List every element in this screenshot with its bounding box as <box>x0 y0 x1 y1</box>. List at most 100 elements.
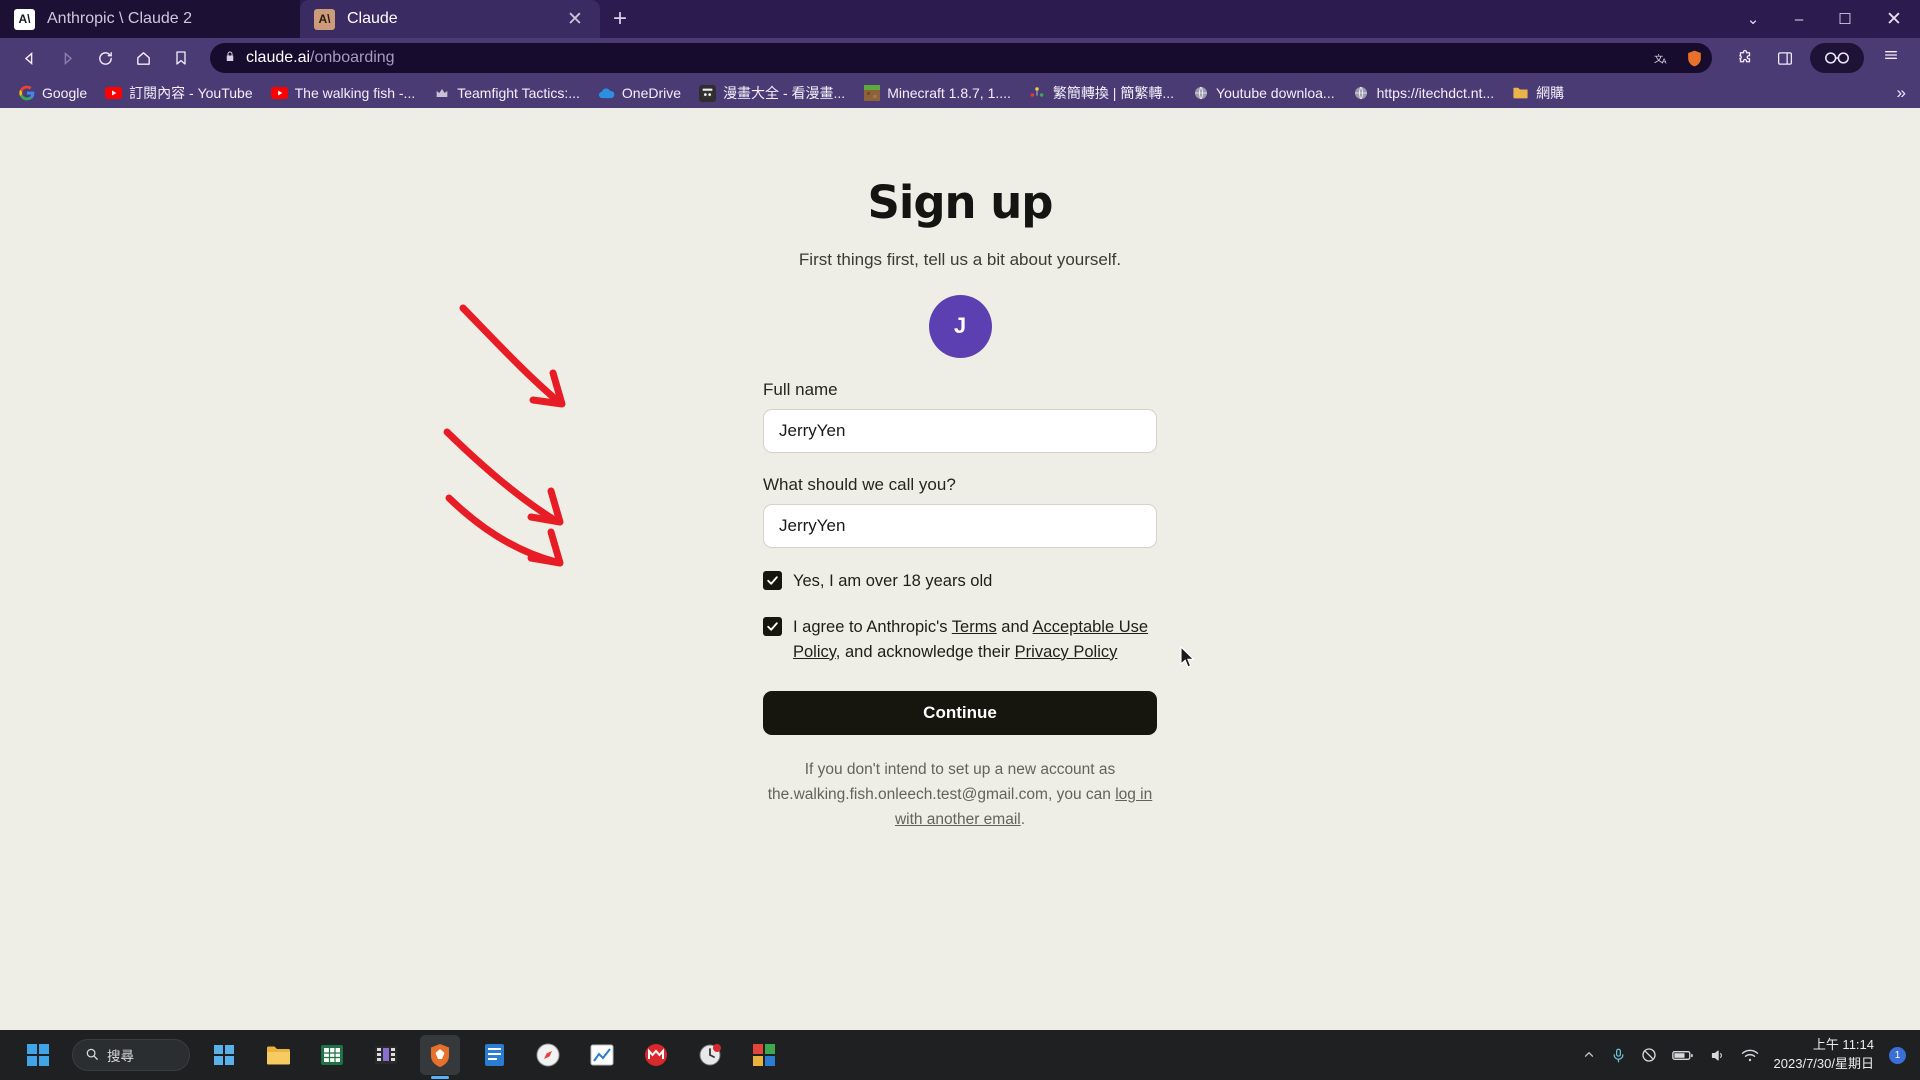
back-icon[interactable] <box>12 42 46 74</box>
system-tray: 上午 11:14 2023/7/30/星期日 1 <box>1582 1030 1920 1080</box>
show-hidden-icons-chevron-icon[interactable] <box>1582 1048 1596 1062</box>
taskbar-clock[interactable]: 上午 11:14 2023/7/30/星期日 <box>1774 1036 1874 1074</box>
forward-icon[interactable] <box>50 42 84 74</box>
tft-crown-icon <box>433 85 450 102</box>
browser-tab-1[interactable]: A\ Anthropic \ Claude 2 <box>0 0 300 38</box>
taskbar-icon-excel[interactable] <box>312 1035 352 1075</box>
tab-strip: A\ Anthropic \ Claude 2 A\ Claude ✕ + ⌄ … <box>0 0 1920 38</box>
taskbar-icon-brave-browser[interactable] <box>420 1035 460 1075</box>
nickname-value: JerryYen <box>779 515 846 535</box>
terms-link[interactable]: Terms <box>952 618 997 636</box>
page-viewport: Sign up First things first, tell us a bi… <box>0 108 1920 1030</box>
taskbar-search[interactable]: 搜尋 <box>72 1039 190 1071</box>
bookmark-item[interactable]: 漫畫大全 - 看漫畫... <box>691 80 853 106</box>
nickname-input[interactable]: JerryYen <box>763 503 1157 548</box>
bookmark-item[interactable]: OneDrive <box>590 82 689 105</box>
maximize-button[interactable]: ☐ <box>1822 0 1868 38</box>
continue-button[interactable]: Continue <box>763 690 1157 735</box>
url-path: /onboarding <box>310 49 395 66</box>
hamburger-menu-icon[interactable] <box>1874 47 1908 69</box>
url-text: claude.ai/onboarding <box>246 49 395 67</box>
brave-shield-icon[interactable] <box>1685 49 1704 68</box>
full-name-input[interactable]: JerryYen <box>763 408 1157 453</box>
bookmark-label: OneDrive <box>621 85 682 101</box>
mute-circle-icon[interactable] <box>1641 1047 1657 1063</box>
terms-prefix: I agree to Anthropic's <box>793 617 952 636</box>
bookmark-item[interactable]: 繁簡轉換 | 簡繁轉... <box>1021 80 1182 106</box>
browser-tab-2[interactable]: A\ Claude ✕ <box>300 0 600 38</box>
bookmark-label: 漫畫大全 - 看漫畫... <box>723 85 846 101</box>
sidebar-panel-icon[interactable] <box>1770 43 1800 73</box>
reload-icon[interactable] <box>88 42 122 74</box>
taskbar-icon-libreoffice-writer[interactable] <box>474 1035 514 1075</box>
address-bar[interactable]: claude.ai/onboarding 文A <box>210 43 1712 73</box>
bookmark-item[interactable]: Minecraft 1.8.7, 1.... <box>855 82 1019 105</box>
age-checkbox[interactable] <box>763 570 782 590</box>
youtube-play-icon <box>270 85 288 102</box>
taskbar-icon-mega-cloud[interactable] <box>636 1035 676 1075</box>
terms-checkbox[interactable] <box>763 616 782 636</box>
nickname-label: What should we call you? <box>763 474 956 494</box>
terms-middle: , and acknowledge their <box>835 642 1015 661</box>
minimize-button[interactable]: – <box>1776 0 1822 38</box>
notification-badge[interactable]: 1 <box>1889 1046 1906 1064</box>
taskbar-icon-chart-app[interactable] <box>582 1035 622 1075</box>
footnote: If you don't intend to set up a new acco… <box>763 757 1157 833</box>
microphone-icon[interactable] <box>1611 1047 1626 1064</box>
battery-icon[interactable] <box>1671 1049 1694 1062</box>
extensions-puzzle-icon[interactable] <box>1730 43 1760 73</box>
bookmark-item[interactable]: The walking fish -... <box>263 82 424 105</box>
bookmark-item[interactable]: 訂閱內容 - YouTube <box>97 80 260 106</box>
tab-search-icon[interactable]: ⌄ <box>1730 0 1776 38</box>
full-name-label: Full name <box>763 379 838 399</box>
bookmark-item[interactable]: https://itechdct.nt... <box>1345 82 1503 105</box>
bookmark-item[interactable]: Google <box>10 82 95 105</box>
taskbar-icon-compass[interactable] <box>528 1035 568 1075</box>
bookmark-item[interactable]: 網購 <box>1504 80 1572 106</box>
bookmark-label: Youtube downloa... <box>1216 85 1335 101</box>
home-icon[interactable] <box>126 42 160 74</box>
start-button[interactable] <box>18 1035 58 1075</box>
bookmark-item[interactable]: Youtube downloa... <box>1184 82 1343 105</box>
privacy-policy-link[interactable]: Privacy Policy <box>1015 643 1118 661</box>
folder-icon <box>1512 85 1529 102</box>
google-g-icon <box>18 85 35 102</box>
footnote-line2: , you can <box>1047 785 1116 803</box>
bookmark-label: https://itechdct.nt... <box>1376 85 1495 101</box>
taskbar-icon-clock-timer[interactable] <box>690 1035 730 1075</box>
bookmark-label: Minecraft 1.8.7, 1.... <box>887 85 1011 101</box>
convert-dots-icon <box>1029 85 1046 102</box>
mouse-cursor <box>1180 646 1195 668</box>
continue-button-label: Continue <box>923 702 997 722</box>
taskbar-icon-photos-gallery[interactable] <box>744 1035 784 1075</box>
navigation-toolbar: claude.ai/onboarding 文A <box>0 38 1920 78</box>
bookmarks-bar: Google 訂閱內容 - YouTube The walking fish -… <box>0 78 1920 108</box>
new-tab-button[interactable]: + <box>600 0 640 38</box>
omnibox-actions: 文A <box>1654 49 1704 68</box>
globe-icon <box>1353 85 1370 102</box>
windows-taskbar: 搜尋 上午 11:14 2023/7/30/星期日 1 <box>0 1030 1920 1080</box>
tab-title: Claude <box>347 10 398 27</box>
taskbar-icon-video-editor[interactable] <box>366 1035 406 1075</box>
speaker-volume-icon[interactable] <box>1709 1048 1726 1063</box>
signup-form-container: Sign up First things first, tell us a bi… <box>763 108 1157 832</box>
bookmarks-overflow-button[interactable]: » <box>1897 83 1910 103</box>
svg-text:A: A <box>1662 57 1667 65</box>
network-wifi-icon[interactable] <box>1741 1048 1759 1063</box>
bookmark-label: Google <box>42 85 88 101</box>
bookmark-item[interactable]: Teamfight Tactics:... <box>425 82 588 105</box>
translate-icon[interactable]: 文A <box>1654 51 1671 66</box>
terms-checkbox-row[interactable]: I agree to Anthropic's Terms and Accepta… <box>763 615 1157 665</box>
close-tab-icon[interactable]: ✕ <box>564 8 586 31</box>
bookmark-icon[interactable] <box>164 42 198 74</box>
age-checkbox-row[interactable]: Yes, I am over 18 years old <box>763 569 1157 594</box>
taskbar-icon-file-explorer[interactable] <box>258 1035 298 1075</box>
bookmark-label: 網購 <box>1536 85 1565 101</box>
profile-avatar-button[interactable] <box>1810 43 1864 73</box>
taskbar-icon-microsoft-store[interactable] <box>204 1035 244 1075</box>
onedrive-cloud-icon <box>598 85 615 102</box>
bookmark-label: 繁簡轉換 | 簡繁轉... <box>1052 85 1175 101</box>
close-window-button[interactable]: ✕ <box>1868 0 1920 38</box>
toolbar-extensions <box>1724 43 1908 73</box>
footnote-line1: If you don't intend to set up a new acco… <box>804 760 1116 778</box>
